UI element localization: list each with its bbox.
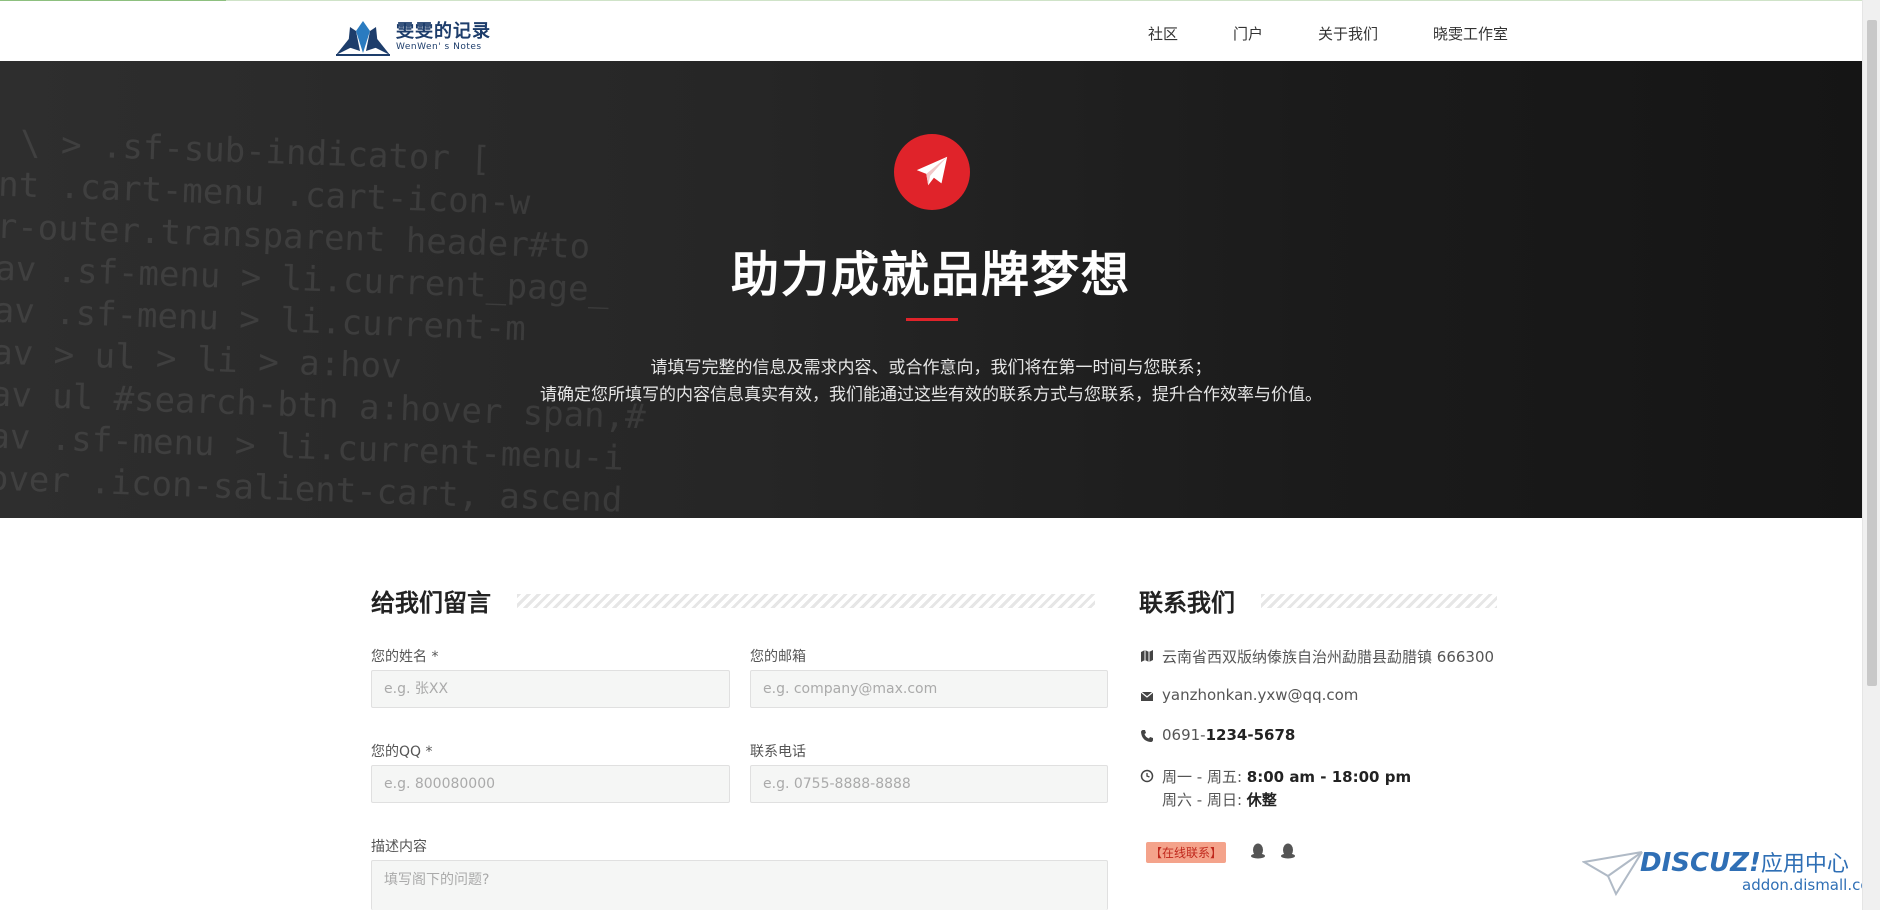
logo-book-icon: [336, 21, 390, 56]
email-input[interactable]: e.g. company@max.com: [750, 670, 1108, 708]
contact-email: yanzhonkan.yxw@qq.com: [1140, 686, 1358, 704]
form-section-title: 给我们留言: [371, 583, 1095, 618]
watermark-cn: 应用中心: [1760, 852, 1849, 877]
logo-subtitle: WenWen' s Notes: [396, 41, 482, 52]
hero-title: 助力成就品牌梦想: [730, 247, 1131, 303]
hero-code-background: \ > .sf-sub-indicator [ent .cart-menu .c…: [0, 121, 647, 518]
contact-hours: 周一 - 周五: 8:00 am - 18:00 pm 周六 - 周日: 休整: [1140, 766, 1411, 810]
watermark-brand: DISCUZ!: [1640, 848, 1761, 878]
site-logo[interactable]: 雯雯的记录 WenWen' s Notes: [334, 17, 491, 57]
nav-item-about[interactable]: 关于我们: [1318, 23, 1378, 44]
logo-title: 雯雯的记录: [396, 20, 491, 42]
hero-desc-line1: 请填写完整的信息及需求内容、或合作意向，我们将在第一时间与您联系；: [650, 358, 1212, 378]
title-stripe: [517, 593, 1095, 608]
page-scrollbar[interactable]: [1862, 0, 1880, 910]
hero-divider: [906, 318, 958, 321]
hero-description: 请填写完整的信息及需求内容、或合作意向，我们将在第一时间与您联系； 请确定您所填…: [0, 355, 1862, 409]
title-stripe: [1261, 593, 1497, 608]
name-input[interactable]: e.g. 张XX: [371, 670, 730, 708]
site-header: 雯雯的记录 WenWen' s Notes 社区 门户 关于我们 晓雯工作室: [0, 1, 1862, 61]
hero-banner: \ > .sf-sub-indicator [ent .cart-menu .c…: [0, 61, 1862, 518]
description-label: 描述内容: [371, 839, 427, 855]
phone-label: 联系电话: [750, 744, 806, 760]
email-label: 您的邮箱: [750, 649, 806, 665]
paper-plane-icon: [894, 134, 970, 210]
phone-icon: [1141, 730, 1153, 742]
name-label: 您的姓名 *: [371, 649, 439, 665]
nav-item-portal[interactable]: 门户: [1233, 23, 1263, 44]
contact-address: 云南省西双版纳傣族自治州勐腊县勐腊镇 666300: [1140, 646, 1494, 667]
qq-penguin-icon[interactable]: [1280, 842, 1296, 860]
description-textarea[interactable]: 填写阁下的问题?: [371, 860, 1108, 910]
paper-plane-watermark-icon: [1582, 851, 1643, 897]
nav-item-studio[interactable]: 晓雯工作室: [1433, 23, 1508, 44]
online-contact-badge[interactable]: 【在线联系】: [1146, 842, 1227, 863]
hero-desc-line2: 请确定您所填写的内容信息真实有效，我们能通过这些有效的联系方式与您联系，提升合作…: [540, 385, 1322, 405]
phone-input[interactable]: e.g. 0755-8888-8888: [750, 765, 1108, 803]
nav-item-community[interactable]: 社区: [1148, 23, 1178, 44]
qq-input[interactable]: e.g. 800080000: [371, 765, 730, 803]
qq-label: 您的QQ *: [371, 744, 433, 760]
main-nav: 社区 门户 关于我们 晓雯工作室: [1148, 23, 1508, 44]
scrollbar-thumb[interactable]: [1867, 20, 1877, 686]
envelope-icon: [1140, 691, 1154, 701]
clock-icon: [1140, 769, 1154, 783]
watermark-url: addon.dismall.com: [1742, 876, 1880, 894]
discuz-watermark: DISCUZ!应用中心 addon.dismall.com: [1582, 846, 1880, 910]
contact-phone: 0691- 1234-5678: [1140, 726, 1295, 744]
map-icon: [1141, 650, 1153, 662]
contact-section-title: 联系我们: [1139, 583, 1497, 618]
qq-penguin-icon[interactable]: [1250, 842, 1266, 860]
